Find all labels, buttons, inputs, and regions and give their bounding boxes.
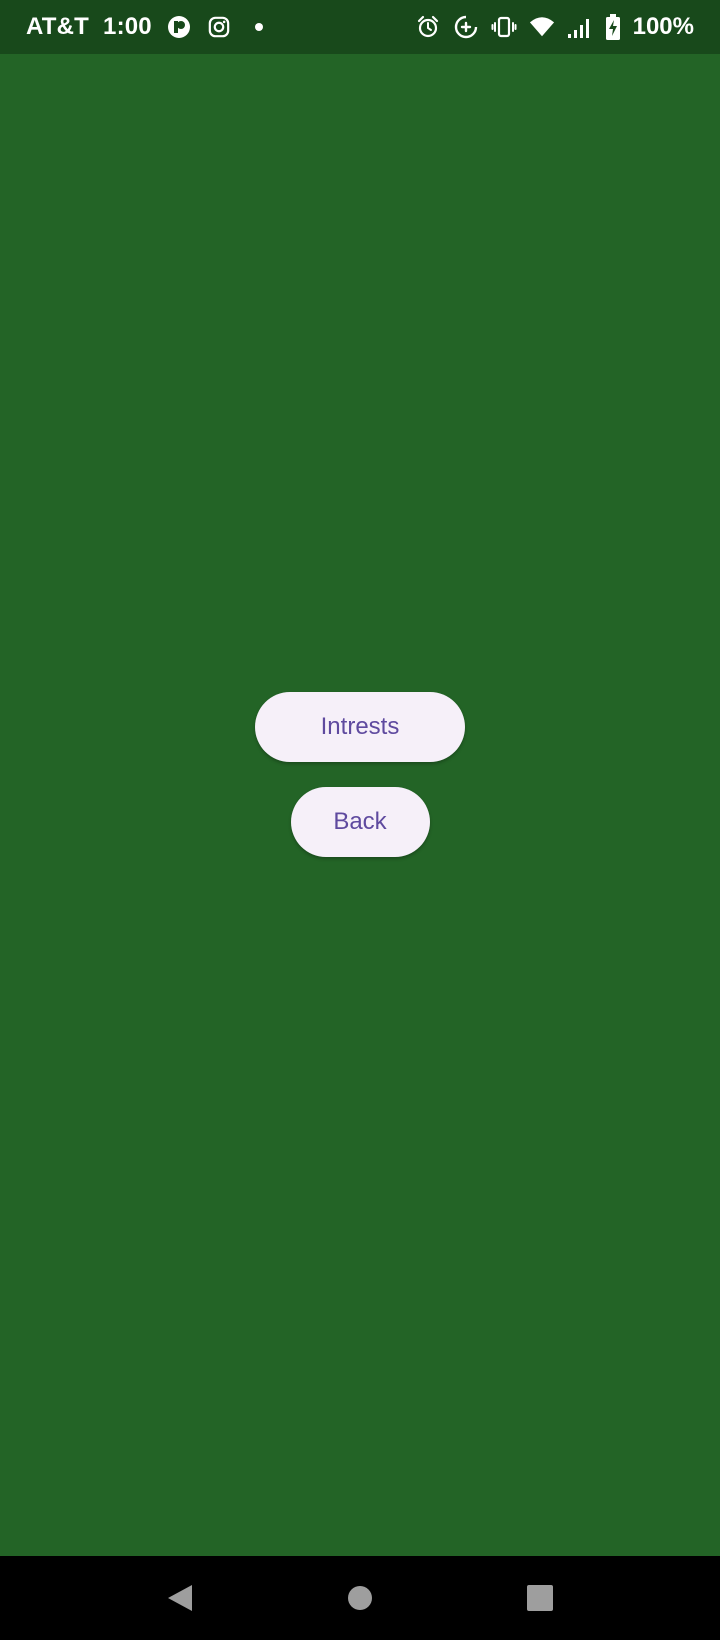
nav-recents-button[interactable] (450, 1556, 630, 1640)
recents-square-icon (527, 1585, 553, 1611)
app-screen: AT&T 1:00 100% Intrests Back (0, 0, 720, 1640)
status-bar: AT&T 1:00 100% (0, 0, 720, 54)
dot-icon (246, 14, 272, 40)
wifi-icon (529, 14, 555, 40)
alarm-icon (415, 14, 441, 40)
interests-button[interactable]: Intrests (255, 692, 465, 762)
app-notification-icon (166, 14, 192, 40)
navigation-bar (0, 1556, 720, 1640)
button-group: Intrests Back (0, 692, 720, 857)
signal-icon (567, 14, 593, 40)
nav-back-button[interactable] (90, 1556, 270, 1640)
vibrate-icon (491, 14, 517, 40)
nav-home-button[interactable] (270, 1556, 450, 1640)
status-left-group: AT&T 1:00 (26, 13, 272, 41)
battery-charging-icon (605, 14, 621, 40)
back-button[interactable]: Back (290, 787, 430, 857)
carrier-label: AT&T (26, 13, 90, 40)
clock-time: 1:00 (103, 13, 152, 40)
instagram-icon (206, 14, 232, 40)
back-triangle-icon (168, 1585, 192, 1611)
data-saver-icon (453, 14, 479, 40)
status-right-group: 100% (415, 13, 694, 41)
home-circle-icon (348, 1586, 372, 1610)
battery-percent: 100% (632, 13, 694, 40)
